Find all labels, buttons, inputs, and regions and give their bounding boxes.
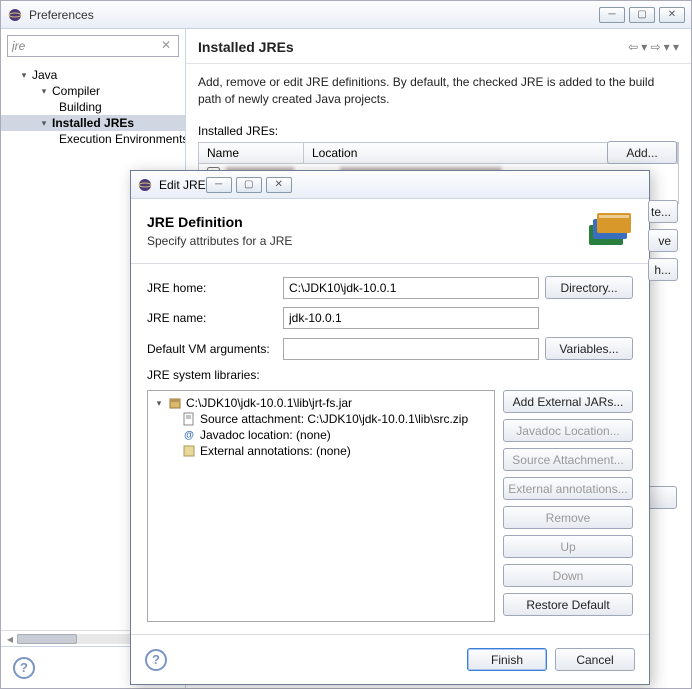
- help-icon[interactable]: ?: [13, 657, 35, 679]
- vm-args-input[interactable]: [283, 338, 539, 360]
- preferences-title: Preferences: [29, 8, 599, 22]
- remove-button-peek[interactable]: ve: [648, 229, 678, 252]
- javadoc-location-button[interactable]: Javadoc Location...: [503, 419, 633, 442]
- col-name[interactable]: Name: [199, 143, 304, 163]
- cancel-button[interactable]: Cancel: [555, 648, 635, 671]
- minimize-button[interactable]: ─: [599, 7, 625, 23]
- forward-icon[interactable]: ▾ ⇨: [641, 40, 660, 54]
- add-button[interactable]: Add...: [607, 141, 677, 164]
- edit-jre-dialog: Edit JRE ─ ▢ ✕ JRE Definition Specify at…: [130, 170, 650, 685]
- javadoc-icon: @: [182, 428, 196, 442]
- directory-button[interactable]: Directory...: [545, 276, 633, 299]
- tree-item-java[interactable]: ▾Java: [1, 67, 185, 83]
- dialog-titlebar: Edit JRE ─ ▢ ✕: [131, 171, 649, 199]
- dialog-header: JRE Definition Specify attributes for a …: [131, 199, 649, 264]
- jar-icon: [168, 396, 182, 410]
- dialog-title: Edit JRE: [159, 178, 206, 192]
- lib-annotations-row[interactable]: External annotations: (none): [150, 443, 492, 459]
- down-button[interactable]: Down: [503, 564, 633, 587]
- lib-jar-row[interactable]: ▾ C:\JDK10\jdk-10.0.1\lib\jrt-fs.jar: [150, 395, 492, 411]
- tree-item-installed-jres[interactable]: ▾Installed JREs: [1, 115, 185, 131]
- eclipse-icon: [137, 177, 153, 193]
- edit-button-peek[interactable]: te...: [648, 200, 678, 223]
- lib-javadoc-row[interactable]: @ Javadoc location: (none): [150, 427, 492, 443]
- preferences-titlebar: Preferences ─ ▢ ✕: [1, 1, 691, 29]
- tree-item-building[interactable]: Building: [1, 99, 185, 115]
- system-libs-tree[interactable]: ▾ C:\JDK10\jdk-10.0.1\lib\jrt-fs.jar Sou…: [147, 390, 495, 622]
- dialog-close-button[interactable]: ✕: [266, 177, 292, 193]
- system-libs-label: JRE system libraries:: [147, 368, 633, 382]
- dialog-maximize-button[interactable]: ▢: [236, 177, 262, 193]
- variables-button[interactable]: Variables...: [545, 337, 633, 360]
- dialog-minimize-button[interactable]: ─: [206, 177, 232, 193]
- close-button[interactable]: ✕: [659, 7, 685, 23]
- jre-list-label: Installed JREs:: [186, 118, 691, 142]
- up-button[interactable]: Up: [503, 535, 633, 558]
- dialog-subheading: Specify attributes for a JRE: [147, 234, 583, 248]
- finish-button[interactable]: Finish: [467, 648, 547, 671]
- add-external-jars-button[interactable]: Add External JARs...: [503, 390, 633, 413]
- filter-input[interactable]: [7, 35, 179, 57]
- external-annotations-button[interactable]: External annotations...: [503, 477, 633, 500]
- restore-default-button[interactable]: Restore Default: [503, 593, 633, 616]
- page-heading: Installed JREs: [198, 39, 628, 55]
- maximize-button[interactable]: ▢: [629, 7, 655, 23]
- tree-item-exec-env[interactable]: Execution Environments: [1, 131, 185, 147]
- tree-item-compiler[interactable]: ▾Compiler: [1, 83, 185, 99]
- dialog-heading: JRE Definition: [147, 214, 583, 230]
- menu-icon[interactable]: ▾ ▾: [664, 40, 679, 54]
- eclipse-icon: [7, 7, 23, 23]
- annotations-icon: [182, 444, 196, 458]
- jre-home-label: JRE home:: [147, 281, 277, 295]
- source-attachment-button[interactable]: Source Attachment...: [503, 448, 633, 471]
- search-button-peek[interactable]: h...: [648, 258, 678, 281]
- page-description: Add, remove or edit JRE definitions. By …: [186, 64, 691, 118]
- clear-filter-icon[interactable]: ✕: [161, 38, 175, 52]
- library-books-icon: [583, 211, 633, 251]
- back-icon[interactable]: ⇦: [628, 40, 638, 54]
- jre-name-label: JRE name:: [147, 311, 277, 325]
- remove-lib-button[interactable]: Remove: [503, 506, 633, 529]
- vm-args-label: Default VM arguments:: [147, 342, 277, 356]
- lib-source-row[interactable]: Source attachment: C:\JDK10\jdk-10.0.1\l…: [150, 411, 492, 427]
- jre-name-input[interactable]: [283, 307, 539, 329]
- dialog-help-icon[interactable]: ?: [145, 649, 167, 671]
- source-icon: [182, 412, 196, 426]
- jre-home-input[interactable]: [283, 277, 539, 299]
